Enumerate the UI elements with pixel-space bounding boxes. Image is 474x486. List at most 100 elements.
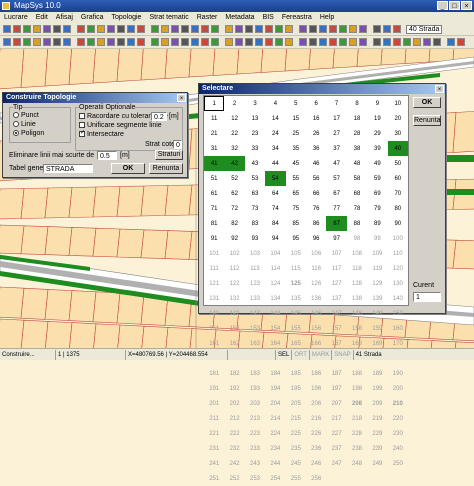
attribute-icon[interactable]: [87, 38, 95, 46]
settings-icon[interactable]: [117, 38, 125, 46]
layer-cell-196[interactable]: 196: [306, 381, 326, 396]
layer-cell-121[interactable]: 121: [204, 276, 224, 291]
info-icon[interactable]: [285, 38, 293, 46]
layer-cell-184[interactable]: 184: [265, 366, 285, 381]
layer-cell-103[interactable]: 103: [245, 246, 265, 261]
select-icon[interactable]: [309, 38, 317, 46]
layer-cell-29[interactable]: 29: [367, 126, 387, 141]
layer-cell-197[interactable]: 197: [326, 381, 346, 396]
print-icon[interactable]: [423, 38, 431, 46]
layer-cell-200[interactable]: 200: [388, 381, 408, 396]
layer-cell-234[interactable]: 234: [265, 441, 285, 456]
layer-cell-153[interactable]: 153: [245, 321, 265, 336]
layer-cell-243[interactable]: 243: [245, 456, 265, 471]
layer-cell-211[interactable]: 211: [204, 411, 224, 426]
save-icon[interactable]: [23, 25, 31, 33]
query-icon[interactable]: [171, 38, 179, 46]
layer-cell-63[interactable]: 63: [245, 186, 265, 201]
layer-cell-97[interactable]: 97: [326, 231, 346, 246]
info-icon[interactable]: [171, 25, 179, 33]
layer-cell-225[interactable]: 225: [286, 426, 306, 441]
layer-cell-100[interactable]: 100: [388, 231, 408, 246]
layer-cell-156[interactable]: 156: [306, 321, 326, 336]
draw-icon[interactable]: [255, 38, 263, 46]
layer-cell-82[interactable]: 82: [224, 216, 244, 231]
menu-afisaj[interactable]: Afisaj: [52, 12, 77, 23]
measure-icon[interactable]: [161, 25, 169, 33]
layer-cell-116[interactable]: 116: [306, 261, 326, 276]
layer-cell-69[interactable]: 69: [367, 186, 387, 201]
snap-icon[interactable]: [191, 25, 199, 33]
layer-cell-212[interactable]: 212: [224, 411, 244, 426]
layer-cell-28[interactable]: 28: [347, 126, 367, 141]
settings-icon[interactable]: [339, 25, 347, 33]
layer-cell-74[interactable]: 74: [265, 201, 285, 216]
layer-cell-107[interactable]: 107: [326, 246, 346, 261]
layer-cell-205[interactable]: 205: [286, 396, 306, 411]
menu-lucrare[interactable]: Lucrare: [0, 12, 32, 23]
layer-cell-124[interactable]: 124: [265, 276, 285, 291]
layer-cell-54[interactable]: 54: [265, 171, 286, 186]
layer-cell-159[interactable]: 159: [367, 321, 387, 336]
layer-cell-249[interactable]: 249: [367, 456, 387, 471]
layer-cell-51[interactable]: 51: [204, 171, 224, 186]
paste-icon[interactable]: [63, 25, 71, 33]
layer-cell-104[interactable]: 104: [265, 246, 285, 261]
layer-cell-67[interactable]: 67: [326, 186, 346, 201]
legend-icon[interactable]: [309, 25, 317, 33]
zoom-in-icon[interactable]: [359, 38, 367, 46]
pan-icon[interactable]: [339, 38, 347, 46]
layer-cell-34[interactable]: 34: [265, 141, 285, 156]
node-icon[interactable]: [63, 38, 71, 46]
layer-cell-215[interactable]: 215: [286, 411, 306, 426]
layer-cell-208[interactable]: 208: [347, 396, 367, 411]
layer-cell-207[interactable]: 207: [326, 396, 346, 411]
table-icon[interactable]: [265, 25, 273, 33]
layer-cell-62[interactable]: 62: [224, 186, 244, 201]
layer-cell-247[interactable]: 247: [326, 456, 346, 471]
layer-cell-23[interactable]: 23: [245, 126, 265, 141]
layer-cell-142[interactable]: 142: [224, 306, 244, 321]
layer-cell-222[interactable]: 222: [224, 426, 244, 441]
layer-cell-128[interactable]: 128: [347, 276, 367, 291]
layer-cell-251[interactable]: 251: [204, 471, 224, 486]
layer-cell-228[interactable]: 228: [347, 426, 367, 441]
layer-cell-241[interactable]: 241: [204, 456, 224, 471]
tolerance-input[interactable]: 0.2: [151, 112, 167, 121]
raster-icon[interactable]: [275, 25, 283, 33]
layer-cell-58[interactable]: 58: [347, 171, 367, 186]
status-ort[interactable]: ORT: [292, 349, 310, 360]
layer-cell-233[interactable]: 233: [245, 441, 265, 456]
layer-cell-185[interactable]: 185: [286, 366, 306, 381]
status-sel[interactable]: SEL: [276, 349, 293, 360]
topology-cancel-button[interactable]: Renunta: [149, 163, 183, 174]
layer-cell-77[interactable]: 77: [326, 201, 346, 216]
layer-cell-254[interactable]: 254: [265, 471, 285, 486]
text-icon[interactable]: [201, 38, 209, 46]
layer-cell-98[interactable]: 98: [347, 231, 367, 246]
layer-cell-48[interactable]: 48: [347, 156, 367, 171]
move-icon[interactable]: [225, 25, 233, 33]
pan-icon[interactable]: [117, 25, 125, 33]
elim-input[interactable]: 0.5: [97, 151, 117, 160]
new-file-icon[interactable]: [3, 25, 11, 33]
refresh-icon[interactable]: [329, 38, 337, 46]
layer-cell-138[interactable]: 138: [347, 291, 367, 306]
layer-cell-17[interactable]: 17: [326, 111, 346, 126]
select-ok-button[interactable]: OK: [413, 97, 441, 108]
minimize-button[interactable]: _: [437, 1, 448, 10]
attribute-icon[interactable]: [373, 25, 381, 33]
layer-cell-112[interactable]: 112: [224, 261, 244, 276]
layer-cell-37[interactable]: 37: [326, 141, 346, 156]
current-layer-combo[interactable]: 40 Strada: [406, 25, 443, 34]
layer-cell-244[interactable]: 244: [265, 456, 285, 471]
topology-close-icon[interactable]: ×: [177, 94, 186, 102]
layer-cell-231[interactable]: 231: [204, 441, 224, 456]
layer-cell-65[interactable]: 65: [286, 186, 306, 201]
layer-cell-123[interactable]: 123: [245, 276, 265, 291]
layer-cell-190[interactable]: 190: [388, 366, 408, 381]
layer-cell-145[interactable]: 145: [286, 306, 306, 321]
layer-cell-188[interactable]: 188: [347, 366, 367, 381]
straturi-button[interactable]: Straturi: [155, 150, 183, 160]
select-cancel-button[interactable]: Renunta: [413, 115, 441, 126]
